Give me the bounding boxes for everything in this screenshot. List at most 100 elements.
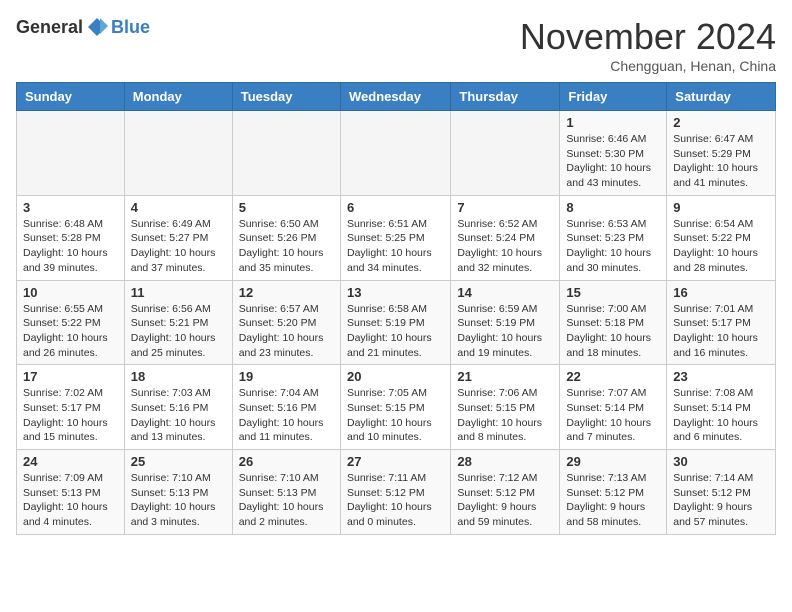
calendar-cell: 6 Sunrise: 6:51 AM Sunset: 5:25 PM Daylig…: [340, 195, 450, 280]
day-info: Sunrise: 7:14 AM Sunset: 5:12 PM Dayligh…: [673, 471, 769, 530]
day-info: Sunrise: 6:52 AM Sunset: 5:24 PM Dayligh…: [457, 217, 553, 276]
calendar-cell: 24Sunrise: 7:09 AM Sunset: 5:13 PM Dayli…: [17, 450, 125, 535]
day-info: Sunrise: 7:13 AM Sunset: 5:12 PM Dayligh…: [566, 471, 660, 530]
calendar-cell: 18 Sunrise: 7:03 AM Sunset: 5:16 PM Dayli…: [124, 365, 232, 450]
day-info: Sunrise: 7:11 AM Sunset: 5:12 PM Dayligh…: [347, 471, 444, 530]
calendar-cell: [124, 111, 232, 196]
calendar-cell: 29 Sunrise: 7:13 AM Sunset: 5:12 PM Dayli…: [560, 450, 667, 535]
day-number: 25: [131, 454, 226, 469]
calendar-cell: 16 Sunrise: 7:01 AM Sunset: 5:17 PM Dayli…: [667, 280, 776, 365]
day-number: 30: [673, 454, 769, 469]
day-info: Sunrise: 6:54 AM Sunset: 5:22 PM Dayligh…: [673, 217, 769, 276]
calendar-cell: 1 Sunrise: 6:46 AM Sunset: 5:30 PM Daylig…: [560, 111, 667, 196]
day-number: 15: [566, 285, 660, 300]
logo: General Blue: [16, 16, 150, 38]
calendar-cell: 25 Sunrise: 7:10 AM Sunset: 5:13 PM Dayli…: [124, 450, 232, 535]
calendar-cell: 19 Sunrise: 7:04 AM Sunset: 5:16 PM Dayli…: [232, 365, 340, 450]
location: Chengguan, Henan, China: [520, 58, 776, 74]
day-number: 19: [239, 369, 334, 384]
day-info: Sunrise: 7:08 AM Sunset: 5:14 PM Dayligh…: [673, 386, 769, 445]
weekday-header-saturday: Saturday: [667, 83, 776, 111]
day-info: Sunrise: 6:48 AM Sunset: 5:28 PM Dayligh…: [23, 217, 118, 276]
calendar-cell: 10 Sunrise: 6:55 AM Sunset: 5:22 PM Dayli…: [17, 280, 125, 365]
day-info: Sunrise: 6:53 AM Sunset: 5:23 PM Dayligh…: [566, 217, 660, 276]
calendar-cell: 12 Sunrise: 6:57 AM Sunset: 5:20 PM Dayli…: [232, 280, 340, 365]
day-info: Sunrise: 7:07 AM Sunset: 5:14 PM Dayligh…: [566, 386, 660, 445]
calendar-cell: 15Sunrise: 7:00 AM Sunset: 5:18 PM Dayli…: [560, 280, 667, 365]
day-info: Sunrise: 6:50 AM Sunset: 5:26 PM Dayligh…: [239, 217, 334, 276]
logo-blue: Blue: [111, 17, 150, 38]
calendar-cell: 8 Sunrise: 6:53 AM Sunset: 5:23 PM Daylig…: [560, 195, 667, 280]
weekday-header-thursday: Thursday: [451, 83, 560, 111]
calendar-cell: 5Sunrise: 6:50 AM Sunset: 5:26 PM Daylig…: [232, 195, 340, 280]
calendar-cell: 11 Sunrise: 6:56 AM Sunset: 5:21 PM Dayli…: [124, 280, 232, 365]
calendar-cell: [232, 111, 340, 196]
day-number: 22: [566, 369, 660, 384]
day-info: Sunrise: 7:02 AM Sunset: 5:17 PM Dayligh…: [23, 386, 118, 445]
day-number: 12: [239, 285, 334, 300]
weekday-header-friday: Friday: [560, 83, 667, 111]
weekday-header-tuesday: Tuesday: [232, 83, 340, 111]
day-info: Sunrise: 7:06 AM Sunset: 5:15 PM Dayligh…: [457, 386, 553, 445]
day-info: Sunrise: 7:01 AM Sunset: 5:17 PM Dayligh…: [673, 302, 769, 361]
calendar-cell: 13 Sunrise: 6:58 AM Sunset: 5:19 PM Dayli…: [340, 280, 450, 365]
day-number: 1: [566, 115, 660, 130]
day-info: Sunrise: 6:59 AM Sunset: 5:19 PM Dayligh…: [457, 302, 553, 361]
calendar-cell: 22 Sunrise: 7:07 AM Sunset: 5:14 PM Dayli…: [560, 365, 667, 450]
day-number: 13: [347, 285, 444, 300]
calendar-week-5: 24Sunrise: 7:09 AM Sunset: 5:13 PM Dayli…: [17, 450, 776, 535]
day-number: 7: [457, 200, 553, 215]
calendar-cell: 7 Sunrise: 6:52 AM Sunset: 5:24 PM Daylig…: [451, 195, 560, 280]
calendar-week-1: 1 Sunrise: 6:46 AM Sunset: 5:30 PM Daylig…: [17, 111, 776, 196]
calendar-cell: 26Sunrise: 7:10 AM Sunset: 5:13 PM Dayli…: [232, 450, 340, 535]
calendar-cell: 3 Sunrise: 6:48 AM Sunset: 5:28 PM Daylig…: [17, 195, 125, 280]
day-number: 29: [566, 454, 660, 469]
day-info: Sunrise: 6:51 AM Sunset: 5:25 PM Dayligh…: [347, 217, 444, 276]
calendar-week-2: 3 Sunrise: 6:48 AM Sunset: 5:28 PM Daylig…: [17, 195, 776, 280]
logo-icon: [86, 16, 108, 38]
calendar-cell: 21 Sunrise: 7:06 AM Sunset: 5:15 PM Dayli…: [451, 365, 560, 450]
logo-general: General: [16, 17, 83, 38]
calendar-cell: 4 Sunrise: 6:49 AM Sunset: 5:27 PM Daylig…: [124, 195, 232, 280]
calendar-cell: [17, 111, 125, 196]
calendar-cell: 17 Sunrise: 7:02 AM Sunset: 5:17 PM Dayli…: [17, 365, 125, 450]
weekday-header-wednesday: Wednesday: [340, 83, 450, 111]
day-number: 17: [23, 369, 118, 384]
day-info: Sunrise: 7:03 AM Sunset: 5:16 PM Dayligh…: [131, 386, 226, 445]
calendar-cell: 2Sunrise: 6:47 AM Sunset: 5:29 PM Daylig…: [667, 111, 776, 196]
calendar-cell: 14 Sunrise: 6:59 AM Sunset: 5:19 PM Dayli…: [451, 280, 560, 365]
day-number: 11: [131, 285, 226, 300]
month-title: November 2024: [520, 16, 776, 58]
day-info: Sunrise: 7:10 AM Sunset: 5:13 PM Dayligh…: [131, 471, 226, 530]
day-number: 21: [457, 369, 553, 384]
day-number: 27: [347, 454, 444, 469]
calendar-cell: 23Sunrise: 7:08 AM Sunset: 5:14 PM Dayli…: [667, 365, 776, 450]
day-number: 4: [131, 200, 226, 215]
day-number: 18: [131, 369, 226, 384]
title-section: November 2024 Chengguan, Henan, China: [520, 16, 776, 74]
day-info: Sunrise: 7:12 AM Sunset: 5:12 PM Dayligh…: [457, 471, 553, 530]
calendar-table: SundayMondayTuesdayWednesdayThursdayFrid…: [16, 82, 776, 535]
day-number: 9: [673, 200, 769, 215]
day-number: 3: [23, 200, 118, 215]
day-info: Sunrise: 6:57 AM Sunset: 5:20 PM Dayligh…: [239, 302, 334, 361]
day-number: 26: [239, 454, 334, 469]
day-info: Sunrise: 6:58 AM Sunset: 5:19 PM Dayligh…: [347, 302, 444, 361]
weekday-header-row: SundayMondayTuesdayWednesdayThursdayFrid…: [17, 83, 776, 111]
day-number: 6: [347, 200, 444, 215]
calendar-week-4: 17 Sunrise: 7:02 AM Sunset: 5:17 PM Dayli…: [17, 365, 776, 450]
day-info: Sunrise: 6:56 AM Sunset: 5:21 PM Dayligh…: [131, 302, 226, 361]
page-header: General Blue November 2024 Chengguan, He…: [16, 16, 776, 74]
day-info: Sunrise: 6:55 AM Sunset: 5:22 PM Dayligh…: [23, 302, 118, 361]
day-number: 8: [566, 200, 660, 215]
day-number: 16: [673, 285, 769, 300]
day-info: Sunrise: 6:47 AM Sunset: 5:29 PM Dayligh…: [673, 132, 769, 191]
day-number: 28: [457, 454, 553, 469]
day-number: 10: [23, 285, 118, 300]
day-info: Sunrise: 7:05 AM Sunset: 5:15 PM Dayligh…: [347, 386, 444, 445]
day-info: Sunrise: 7:04 AM Sunset: 5:16 PM Dayligh…: [239, 386, 334, 445]
calendar-cell: 30 Sunrise: 7:14 AM Sunset: 5:12 PM Dayli…: [667, 450, 776, 535]
day-info: Sunrise: 6:46 AM Sunset: 5:30 PM Dayligh…: [566, 132, 660, 191]
day-number: 14: [457, 285, 553, 300]
day-info: Sunrise: 6:49 AM Sunset: 5:27 PM Dayligh…: [131, 217, 226, 276]
